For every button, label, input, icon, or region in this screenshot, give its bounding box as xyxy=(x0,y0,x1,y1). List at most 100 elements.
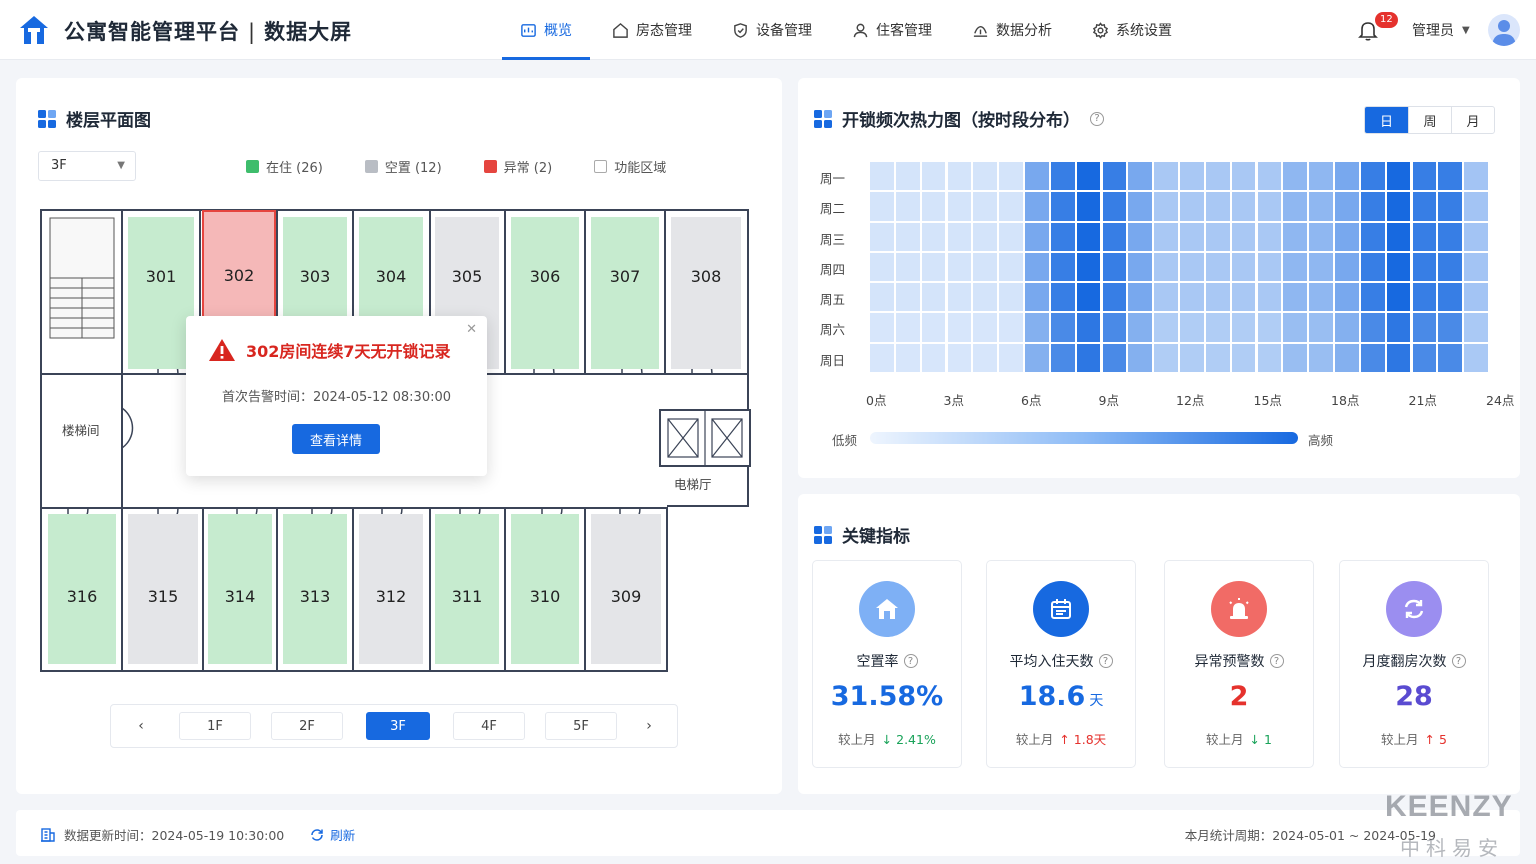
heatmap-cell[interactable] xyxy=(895,192,920,221)
heatmap-cell[interactable] xyxy=(1180,192,1204,221)
heatmap-cell[interactable] xyxy=(999,192,1023,221)
heatmap-cell[interactable] xyxy=(1386,162,1411,191)
heatmap-cell[interactable] xyxy=(947,162,972,191)
help-icon[interactable]: ? xyxy=(1269,654,1284,668)
heatmap-cell[interactable] xyxy=(1438,162,1463,191)
heatmap-cell[interactable] xyxy=(1050,283,1075,312)
heatmap-cell[interactable] xyxy=(1309,343,1333,372)
heatmap-cell[interactable] xyxy=(973,192,998,221)
help-icon[interactable]: ? xyxy=(1098,654,1113,668)
heatmap-cell[interactable] xyxy=(999,252,1023,282)
heatmap-cell[interactable] xyxy=(1205,222,1230,251)
heatmap-cell[interactable] xyxy=(1283,222,1308,251)
heatmap-cell[interactable] xyxy=(1257,283,1282,312)
nav-room-status[interactable]: 房态管理 xyxy=(592,0,712,60)
heatmap-cell[interactable] xyxy=(1205,162,1230,191)
heatmap-cell[interactable] xyxy=(947,313,972,342)
heatmap-cell[interactable] xyxy=(1050,343,1075,372)
heatmap-cell[interactable] xyxy=(1386,283,1411,312)
heatmap-cell[interactable] xyxy=(947,192,972,221)
heatmap-cell[interactable] xyxy=(1412,343,1437,372)
heatmap-cell[interactable] xyxy=(1025,283,1049,312)
heatmap-cell[interactable] xyxy=(1231,162,1256,191)
heatmap-cell[interactable] xyxy=(1025,162,1049,191)
heatmap-cell[interactable] xyxy=(1180,343,1204,372)
heatmap-cell[interactable] xyxy=(1360,252,1385,282)
heatmap-cell[interactable] xyxy=(1283,283,1308,312)
heatmap-cell[interactable] xyxy=(1205,343,1230,372)
room-308[interactable]: 308 xyxy=(671,217,741,369)
floor-tab-1f[interactable]: 1F xyxy=(179,712,251,740)
heatmap-cell[interactable] xyxy=(1128,343,1153,372)
heatmap-cell[interactable] xyxy=(1464,283,1488,312)
floor-tab-2f[interactable]: 2F xyxy=(271,712,343,740)
heatmap-cell[interactable] xyxy=(1386,252,1411,282)
heatmap-cell[interactable] xyxy=(921,192,946,221)
heatmap-cell[interactable] xyxy=(1102,162,1127,191)
heatmap-cell[interactable] xyxy=(1102,252,1127,282)
heatmap-cell[interactable] xyxy=(1335,222,1359,251)
heatmap-cell[interactable] xyxy=(1438,222,1463,251)
heatmap-cell[interactable] xyxy=(1154,252,1178,282)
heatmap-cell[interactable] xyxy=(1412,313,1437,342)
heatmap-cell[interactable] xyxy=(1231,252,1256,282)
heatmap-cell[interactable] xyxy=(1076,162,1101,191)
heatmap-cell[interactable] xyxy=(947,283,972,312)
heatmap-cell[interactable] xyxy=(870,313,894,342)
heatmap-cell[interactable] xyxy=(1076,252,1101,282)
heatmap-cell[interactable] xyxy=(870,283,894,312)
heatmap-cell[interactable] xyxy=(1154,192,1178,221)
heatmap-cell[interactable] xyxy=(1412,222,1437,251)
heatmap-cell[interactable] xyxy=(921,162,946,191)
heatmap-cell[interactable] xyxy=(1205,283,1230,312)
room-301[interactable]: 301 xyxy=(128,217,194,369)
period-month[interactable]: 月 xyxy=(1451,107,1494,133)
heatmap-cell[interactable] xyxy=(1386,192,1411,221)
heatmap-cell[interactable] xyxy=(973,162,998,191)
floor-tab-5f[interactable]: 5F xyxy=(545,712,617,740)
heatmap-cell[interactable] xyxy=(1257,343,1282,372)
view-details-button[interactable]: 查看详情 xyxy=(292,424,380,454)
heatmap-cell[interactable] xyxy=(1386,222,1411,251)
user-menu[interactable]: 管理员 ▼ xyxy=(1412,20,1470,40)
heatmap-cell[interactable] xyxy=(1283,162,1308,191)
room-313[interactable]: 313 xyxy=(283,514,347,664)
room-306[interactable]: 306 xyxy=(511,217,579,369)
heatmap-cell[interactable] xyxy=(1154,343,1178,372)
heatmap-cell[interactable] xyxy=(1412,192,1437,221)
floor-tab-3f[interactable]: 3F xyxy=(366,712,430,740)
heatmap-cell[interactable] xyxy=(1309,162,1333,191)
heatmap-cell[interactable] xyxy=(947,222,972,251)
heatmap-cell[interactable] xyxy=(895,283,920,312)
heatmap-cell[interactable] xyxy=(1464,343,1488,372)
avatar[interactable] xyxy=(1488,14,1520,46)
heatmap-cell[interactable] xyxy=(921,343,946,372)
heatmap-cell[interactable] xyxy=(1050,222,1075,251)
floor-select[interactable]: 3F ▼ xyxy=(38,151,136,181)
heatmap-cell[interactable] xyxy=(1412,252,1437,282)
heatmap-cell[interactable] xyxy=(1464,192,1488,221)
help-icon[interactable]: ? xyxy=(1090,111,1104,126)
heatmap-cell[interactable] xyxy=(1050,313,1075,342)
heatmap-cell[interactable] xyxy=(1438,343,1463,372)
heatmap-cell[interactable] xyxy=(1154,222,1178,251)
heatmap-cell[interactable] xyxy=(1180,222,1204,251)
close-icon[interactable]: ✕ xyxy=(466,322,477,337)
heatmap-cell[interactable] xyxy=(895,343,920,372)
heatmap-cell[interactable] xyxy=(1128,162,1153,191)
heatmap-cell[interactable] xyxy=(1025,192,1049,221)
heatmap-cell[interactable] xyxy=(999,222,1023,251)
heatmap-cell[interactable] xyxy=(1309,252,1333,282)
prev-floor-button[interactable]: ‹ xyxy=(131,712,151,740)
heatmap-cell[interactable] xyxy=(1335,343,1359,372)
heatmap-cell[interactable] xyxy=(1180,313,1204,342)
heatmap-cell[interactable] xyxy=(1128,252,1153,282)
heatmap-cell[interactable] xyxy=(1231,343,1256,372)
heatmap-cell[interactable] xyxy=(999,283,1023,312)
heatmap-cell[interactable] xyxy=(1076,192,1101,221)
heatmap-cell[interactable] xyxy=(973,222,998,251)
heatmap-cell[interactable] xyxy=(1257,252,1282,282)
room-310[interactable]: 310 xyxy=(511,514,579,664)
heatmap-cell[interactable] xyxy=(1231,283,1256,312)
heatmap-cell[interactable] xyxy=(1076,313,1101,342)
